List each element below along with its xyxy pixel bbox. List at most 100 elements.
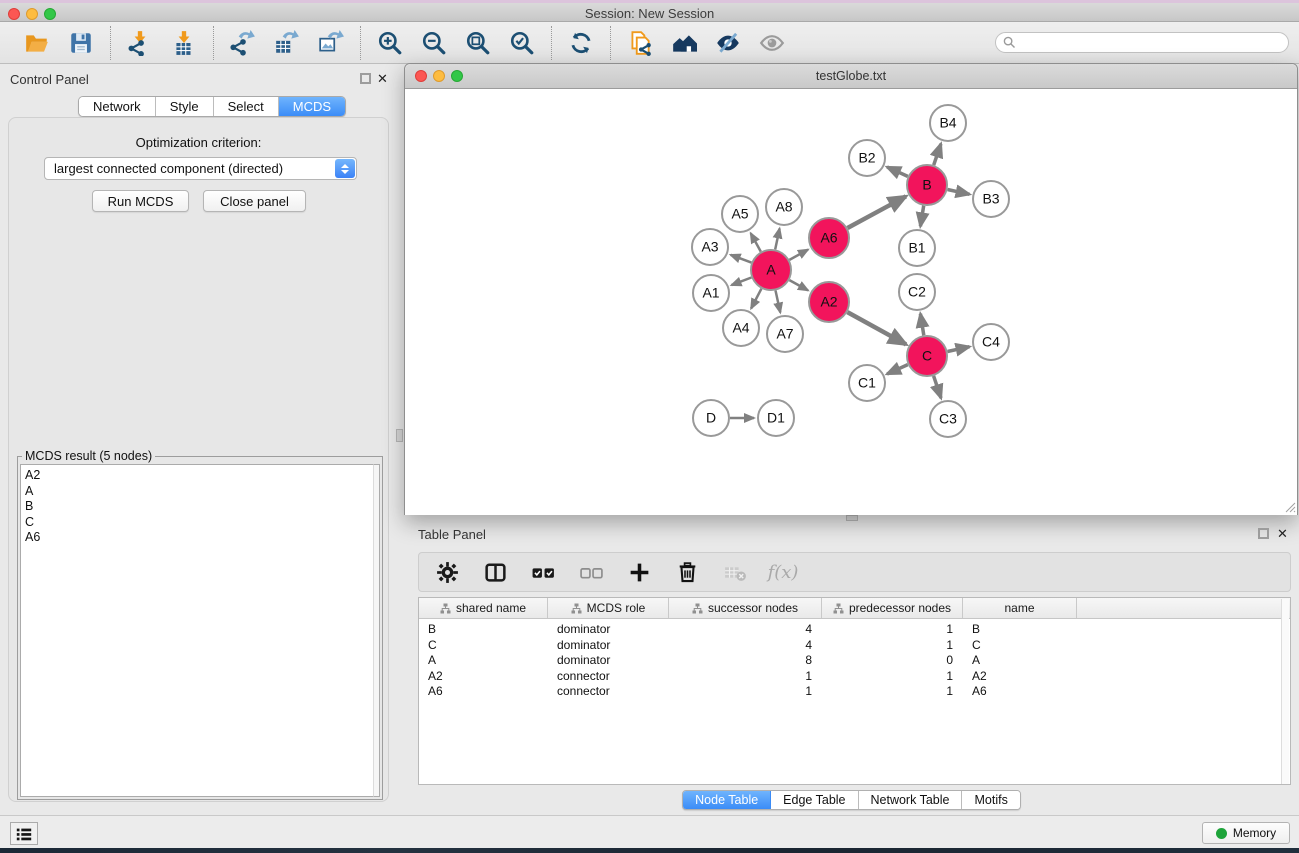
- result-item[interactable]: C: [21, 515, 374, 531]
- column-header-name[interactable]: name: [963, 598, 1077, 618]
- column-header-predecessor-nodes[interactable]: predecessor nodes: [822, 598, 963, 618]
- node-C4[interactable]: C4: [973, 324, 1009, 360]
- settings-button[interactable]: [433, 558, 461, 586]
- tab-style[interactable]: Style: [156, 97, 214, 116]
- edge-A-A5[interactable]: [751, 233, 761, 251]
- edge-C-C1[interactable]: [887, 365, 908, 374]
- show-panels-button[interactable]: [757, 28, 787, 58]
- result-scrollbar[interactable]: [373, 464, 380, 797]
- mcds-result-list[interactable]: A2ABCA6: [20, 464, 375, 797]
- run-mcds-button[interactable]: Run MCDS: [92, 190, 189, 212]
- node-C2[interactable]: C2: [899, 274, 935, 310]
- export-image-button[interactable]: [316, 28, 346, 58]
- search-input[interactable]: [995, 32, 1289, 53]
- float-panel-icon[interactable]: [360, 73, 371, 84]
- zoom-selected-button[interactable]: [507, 28, 537, 58]
- column-header-MCDS-role[interactable]: MCDS role: [548, 598, 669, 618]
- tab-edge-table[interactable]: Edge Table: [771, 791, 858, 809]
- tab-motifs[interactable]: Motifs: [962, 791, 1019, 809]
- node-B[interactable]: B: [907, 165, 947, 205]
- home-button[interactable]: [669, 28, 699, 58]
- table-row[interactable]: A6connector11A6: [419, 684, 1290, 700]
- delete-columns-button[interactable]: [673, 558, 701, 586]
- column-header-successor-nodes[interactable]: successor nodes: [669, 598, 822, 618]
- table-row[interactable]: Bdominator41B: [419, 622, 1290, 638]
- export-table-button[interactable]: [272, 28, 302, 58]
- tab-select[interactable]: Select: [214, 97, 279, 116]
- node-A6[interactable]: A6: [809, 218, 849, 258]
- criterion-select[interactable]: largest connected component (directed): [44, 157, 357, 180]
- save-session-button[interactable]: [66, 28, 96, 58]
- edge-A-A7[interactable]: [776, 291, 781, 313]
- deselect-all-button[interactable]: [577, 558, 605, 586]
- zoom-in-button[interactable]: [375, 28, 405, 58]
- node-A2[interactable]: A2: [809, 282, 849, 322]
- table-scrollbar[interactable]: [1281, 599, 1289, 785]
- column-header-shared-name[interactable]: shared name: [419, 598, 548, 618]
- node-A5[interactable]: A5: [722, 196, 758, 232]
- edge-A6-B[interactable]: [848, 196, 906, 228]
- tab-network[interactable]: Network: [79, 97, 156, 116]
- automation-panel-button[interactable]: [10, 822, 38, 845]
- network-window-titlebar[interactable]: testGlobe.txt: [405, 64, 1297, 89]
- export-network-button[interactable]: [228, 28, 258, 58]
- edge-A-A1[interactable]: [732, 278, 752, 286]
- edge-A-A3[interactable]: [731, 255, 752, 263]
- network-canvas[interactable]: B4 B2 B B3 A8A5 A6 A3 B1 A A1 C2 A2 A4A7 C4 C C1 C3 D D1: [405, 89, 1297, 515]
- edge-C-C3[interactable]: [934, 376, 941, 398]
- tab-mcds[interactable]: MCDS: [279, 97, 345, 116]
- float-table-panel-icon[interactable]: [1258, 528, 1269, 539]
- node-D1[interactable]: D1: [758, 400, 794, 436]
- node-D[interactable]: D: [693, 400, 729, 436]
- node-B4[interactable]: B4: [930, 105, 966, 141]
- result-item[interactable]: B: [21, 499, 374, 515]
- tab-node-table[interactable]: Node Table: [683, 791, 771, 809]
- import-table-button[interactable]: [169, 28, 199, 58]
- node-A1[interactable]: A1: [693, 275, 729, 311]
- node-A7[interactable]: A7: [767, 316, 803, 352]
- close-panel-icon[interactable]: ✕: [377, 71, 388, 87]
- network-graph[interactable]: B4 B2 B B3 A8A5 A6 A3 B1 A A1 C2 A2 A4A7 C4 C C1 C3 D D1: [405, 89, 1297, 515]
- node-A4[interactable]: A4: [723, 310, 759, 346]
- node-B3[interactable]: B3: [973, 181, 1009, 217]
- edge-B-B1[interactable]: [920, 206, 923, 227]
- node-A3[interactable]: A3: [692, 229, 728, 265]
- node-A[interactable]: A: [751, 250, 791, 290]
- tab-network-table[interactable]: Network Table: [859, 791, 963, 809]
- close-panel-button[interactable]: Close panel: [203, 190, 306, 212]
- edge-B-B2[interactable]: [887, 167, 908, 176]
- hide-panels-button[interactable]: [713, 28, 743, 58]
- table-row[interactable]: Adominator80A: [419, 653, 1290, 669]
- node-table[interactable]: shared nameMCDS rolesuccessor nodesprede…: [418, 597, 1291, 785]
- node-A8[interactable]: A8: [766, 189, 802, 225]
- result-item[interactable]: A: [21, 484, 374, 500]
- clone-network-button[interactable]: [625, 28, 655, 58]
- result-item[interactable]: A6: [21, 530, 374, 546]
- table-row[interactable]: A2connector11A2: [419, 669, 1290, 685]
- create-column-button[interactable]: [625, 558, 653, 586]
- edge-A-A8[interactable]: [775, 229, 779, 250]
- close-table-panel-icon[interactable]: ✕: [1277, 526, 1288, 542]
- edge-B-B3[interactable]: [948, 190, 970, 195]
- node-B2[interactable]: B2: [849, 140, 885, 176]
- node-B1[interactable]: B1: [899, 230, 935, 266]
- edge-C-C2[interactable]: [920, 314, 923, 336]
- columns-button[interactable]: [481, 558, 509, 586]
- result-item[interactable]: A2: [21, 465, 374, 484]
- edge-C-C4[interactable]: [948, 347, 970, 352]
- edge-A2-C[interactable]: [847, 312, 906, 344]
- zoom-fit-button[interactable]: [463, 28, 493, 58]
- node-C[interactable]: C: [907, 336, 947, 376]
- open-session-button[interactable]: [22, 28, 52, 58]
- resize-grip-icon[interactable]: [1283, 500, 1296, 513]
- zoom-out-button[interactable]: [419, 28, 449, 58]
- edge-A-A6[interactable]: [789, 250, 808, 260]
- node-C1[interactable]: C1: [849, 365, 885, 401]
- import-network-button[interactable]: [125, 28, 155, 58]
- edge-A-A2[interactable]: [789, 280, 808, 290]
- select-all-button[interactable]: [529, 558, 557, 586]
- edge-B-B4[interactable]: [934, 144, 941, 165]
- node-C3[interactable]: C3: [930, 401, 966, 437]
- table-row[interactable]: Cdominator41C: [419, 638, 1290, 654]
- vertical-splitter-handle[interactable]: [396, 429, 403, 442]
